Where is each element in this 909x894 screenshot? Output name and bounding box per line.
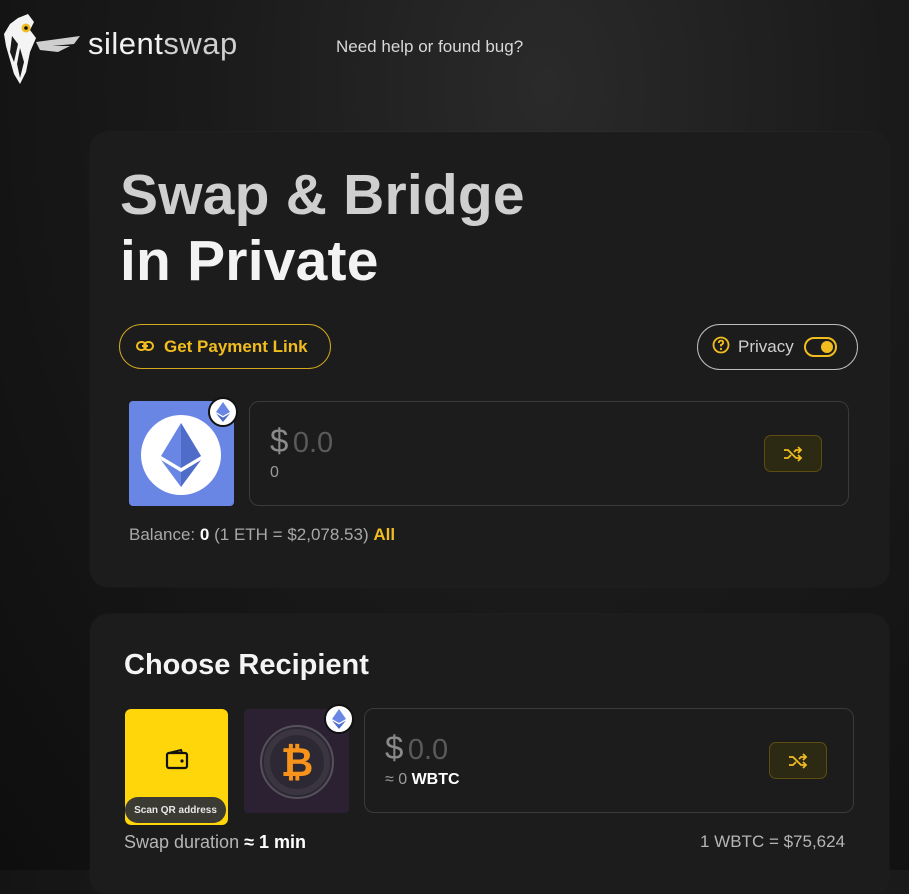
swap-duration: Swap duration ≈ 1 min	[124, 832, 306, 853]
link-icon	[136, 337, 154, 357]
owl-logo-icon[interactable]	[0, 12, 82, 90]
amount-input[interactable]: 0.0	[293, 427, 333, 459]
hero-line-1: Swap & Bridge	[120, 163, 525, 227]
wallet-icon	[165, 748, 189, 776]
token-symbol: WBTC	[411, 771, 460, 788]
approx-amount: ≈ 0	[385, 771, 408, 788]
switch-knob	[820, 341, 833, 353]
shuffle-icon	[784, 445, 803, 462]
currency-symbol: $	[270, 422, 289, 459]
switch-output-mode-button[interactable]	[769, 742, 827, 779]
scan-qr-label: Scan QR address	[125, 797, 226, 823]
brand-silent: silent	[88, 26, 164, 61]
svg-text:₿: ₿	[281, 741, 314, 785]
privacy-toggle-button[interactable]: Privacy	[697, 324, 858, 370]
currency-symbol: $	[385, 729, 404, 766]
destination-amount-field[interactable]: $ 0.0 ≈ 0 WBTC	[364, 708, 854, 813]
help-circle-icon	[712, 336, 730, 359]
amount-output: 0.0	[407, 734, 449, 766]
duration-value: ≈ 1 min	[244, 832, 306, 852]
get-payment-link-button[interactable]: Get Payment Link	[119, 324, 331, 369]
hero-line-2: in Private	[120, 229, 379, 293]
brand-wordmark[interactable]: silentswap	[88, 26, 238, 62]
ethereum-chain-icon	[208, 397, 238, 427]
wbtc-rate: 1 WBTC = $75,624	[700, 832, 846, 851]
choose-recipient-title: Choose Recipient	[124, 649, 369, 681]
shuffle-icon	[789, 752, 808, 769]
duration-label: Swap duration	[124, 832, 240, 852]
ethereum-chain-icon	[324, 704, 354, 734]
token-amount: 0	[270, 464, 279, 481]
eth-rate: (1 ETH = $2,078.53)	[214, 525, 369, 544]
payment-link-label: Get Payment Link	[164, 336, 308, 356]
source-amount-field[interactable]: $ 0.0 0	[249, 401, 849, 506]
privacy-label: Privacy	[738, 337, 794, 356]
balance-value: 0	[199, 525, 210, 544]
balance-label: Balance:	[129, 525, 196, 544]
hero-title: Swap & Bridge in Private	[120, 162, 525, 294]
use-all-button[interactable]: All	[373, 525, 395, 544]
switch-input-mode-button[interactable]	[764, 435, 822, 472]
token-amount-line: ≈ 0 WBTC	[385, 771, 460, 789]
privacy-switch[interactable]	[803, 337, 837, 357]
brand-swap: swap	[163, 26, 238, 61]
balance-line: Balance: 0 (1 ETH = $2,078.53) All	[129, 525, 395, 545]
help-link[interactable]: Need help or found bug?	[336, 37, 523, 57]
